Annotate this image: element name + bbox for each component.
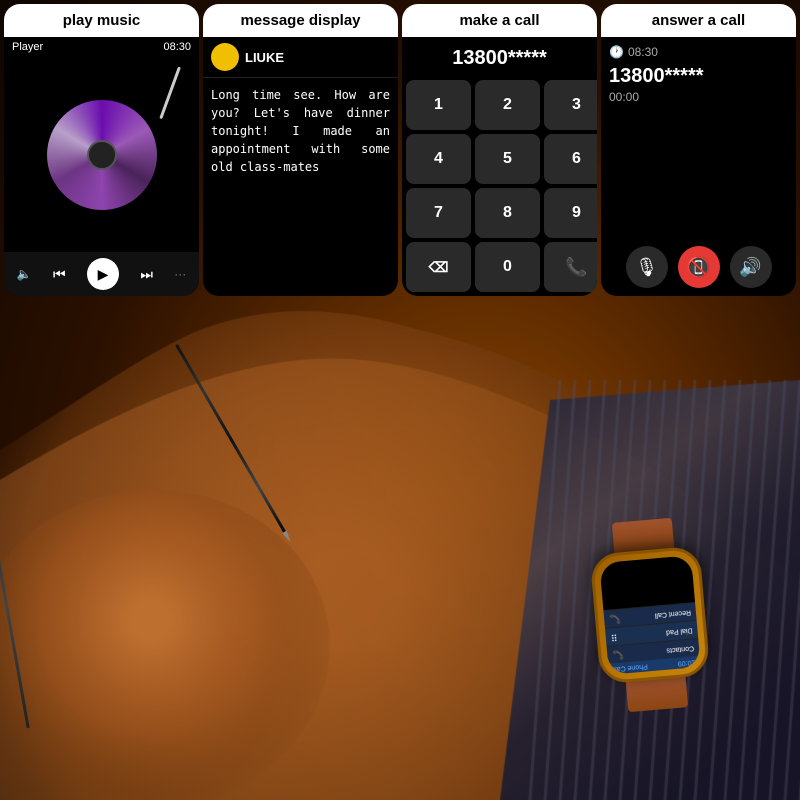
volume-icon[interactable]: 🔈 — [17, 267, 32, 281]
vinyl-arm — [159, 66, 181, 119]
message-panel-header: message display — [203, 4, 398, 37]
watch-recent-icon: 📞 — [609, 613, 621, 625]
dial-key-9[interactable]: 9 — [544, 188, 597, 238]
message-sender: LIUKE — [245, 50, 284, 65]
player-label: Player — [12, 41, 43, 53]
dial-keypad: 1 2 3 4 5 6 7 8 9 ⌫ 0 📞 — [406, 80, 593, 292]
answer-panel-body: 🕐 08:30 13800***** 00:00 🎙 📵 🔊 — [601, 37, 796, 296]
watch-container: 10:09 Phone Call Contacts 📞 Dial Pad ⠿ R… — [587, 516, 713, 715]
dial-key-2[interactable]: 2 — [475, 80, 540, 130]
music-controls: 🔈 ⏮ ▶ ⏭ ··· — [4, 252, 199, 296]
watch-menu-contacts-label: Contacts — [666, 644, 694, 653]
message-avatar — [211, 43, 239, 71]
watch-strap-top — [626, 677, 688, 712]
watch-menu-recent-label: Recent Call — [655, 608, 692, 618]
watch-app-label: Phone Call — [613, 662, 648, 672]
dial-key-0[interactable]: 0 — [475, 242, 540, 292]
player-time: 08:30 — [163, 41, 191, 53]
watch-contacts-icon: 📞 — [612, 648, 624, 660]
message-text: Long time see. How are you? Let's have d… — [203, 78, 398, 184]
dial-key-1[interactable]: 1 — [406, 80, 471, 130]
watch-body: 10:09 Phone Call Contacts 📞 Dial Pad ⠿ R… — [590, 545, 711, 684]
clock-icon: 🕐 — [609, 45, 624, 59]
watch-screen: 10:09 Phone Call Contacts 📞 Dial Pad ⠿ R… — [599, 555, 700, 675]
dial-panel-body: 13800***** 1 2 3 4 5 6 7 8 9 ⌫ 0 📞 — [402, 37, 597, 296]
answer-time: 🕐 08:30 — [609, 45, 788, 59]
answer-duration: 00:00 — [609, 90, 788, 104]
mute-button[interactable]: 🎙 — [626, 246, 668, 288]
more-icon[interactable]: ··· — [174, 267, 186, 281]
dial-key-call[interactable]: 📞 — [544, 242, 597, 292]
disc-center — [87, 140, 117, 170]
dial-number-display: 13800***** — [452, 41, 547, 76]
watch-menu-dialpad-label: Dial Pad — [666, 626, 693, 635]
message-panel: message display LIUKE Long time see. How… — [203, 4, 398, 296]
music-panel: play music Player 08:30 🔈 ⏮ ▶ ⏭ ··· — [4, 4, 199, 296]
play-button[interactable]: ▶ — [87, 258, 119, 290]
dial-panel: make a call 13800***** 1 2 3 4 5 6 7 8 9… — [402, 4, 597, 296]
end-call-button[interactable]: 📵 — [678, 246, 720, 288]
message-panel-body: LIUKE Long time see. How are you? Let's … — [203, 37, 398, 296]
dial-key-3[interactable]: 3 — [544, 80, 597, 130]
dial-key-5[interactable]: 5 — [475, 134, 540, 184]
answer-controls: 🎙 📵 🔊 — [609, 236, 788, 288]
dial-panel-header: make a call — [402, 4, 597, 37]
answer-number: 13800***** — [609, 65, 788, 88]
music-disc-area — [4, 57, 199, 252]
panels-container: play music Player 08:30 🔈 ⏮ ▶ ⏭ ··· mes — [0, 0, 800, 300]
dial-key-8[interactable]: 8 — [475, 188, 540, 238]
music-panel-body: Player 08:30 🔈 ⏮ ▶ ⏭ ··· — [4, 37, 199, 296]
next-button[interactable]: ⏭ — [136, 264, 157, 285]
prev-button[interactable]: ⏮ — [49, 264, 70, 285]
watch-dialpad-icon: ⠿ — [610, 631, 618, 643]
music-panel-header: play music — [4, 4, 199, 37]
speaker-button[interactable]: 🔊 — [730, 246, 772, 288]
dial-key-4[interactable]: 4 — [406, 134, 471, 184]
answer-panel: answer a call 🕐 08:30 13800***** 00:00 🎙… — [601, 4, 796, 296]
message-header-row: LIUKE — [203, 37, 398, 78]
dial-key-6[interactable]: 6 — [544, 134, 597, 184]
dial-key-7[interactable]: 7 — [406, 188, 471, 238]
watch-time: 10:09 — [677, 658, 695, 667]
dial-key-backspace[interactable]: ⌫ — [406, 242, 471, 292]
vinyl-disc — [47, 100, 157, 210]
answer-panel-header: answer a call — [601, 4, 796, 37]
music-top-bar: Player 08:30 — [4, 37, 199, 57]
